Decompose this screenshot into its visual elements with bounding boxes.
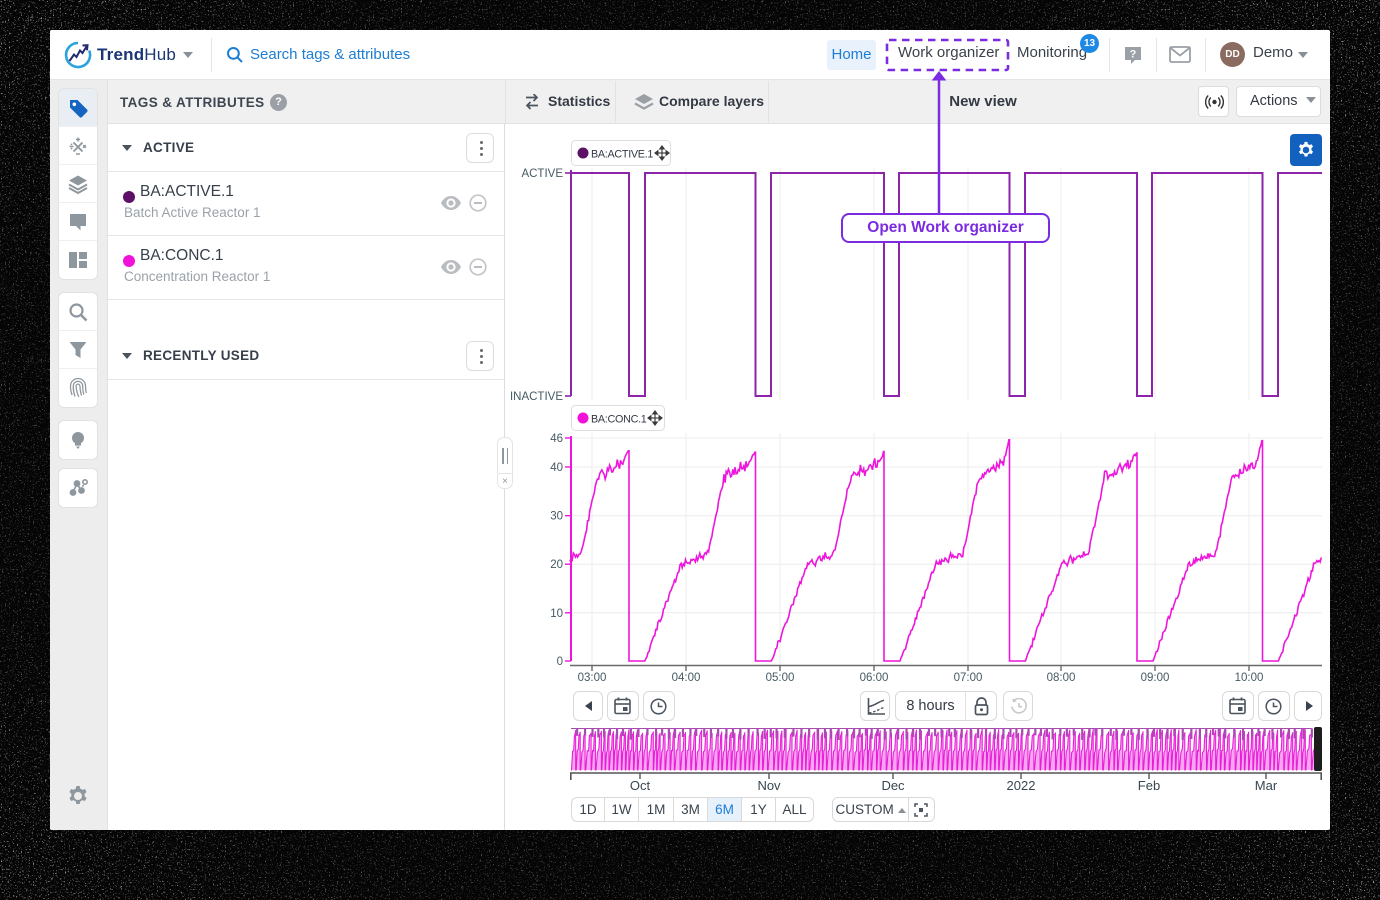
svg-text:06:00: 06:00 <box>860 672 889 684</box>
svg-text:ACTIVE: ACTIVE <box>521 168 563 180</box>
svg-text:10: 10 <box>550 608 563 620</box>
svg-text:05:00: 05:00 <box>766 672 795 684</box>
svg-text:Feb: Feb <box>1138 778 1160 793</box>
svg-text:09:00: 09:00 <box>1141 672 1170 684</box>
svg-text:BA:CONC.1: BA:CONC.1 <box>591 414 647 426</box>
svg-text:10:00: 10:00 <box>1235 672 1264 684</box>
svg-text:?: ? <box>1130 49 1137 61</box>
svg-text:0: 0 <box>557 656 563 668</box>
svg-text:30: 30 <box>550 511 563 523</box>
svg-text:04:00: 04:00 <box>672 672 701 684</box>
svg-text:40: 40 <box>550 462 563 474</box>
svg-text:Dec: Dec <box>881 778 905 793</box>
svg-text:2022: 2022 <box>1007 778 1036 793</box>
svg-text:Nov: Nov <box>757 778 781 793</box>
svg-text:46: 46 <box>550 433 563 445</box>
svg-text:07:00: 07:00 <box>954 672 983 684</box>
svg-text:Mar: Mar <box>1255 778 1278 793</box>
svg-text:20: 20 <box>550 559 563 571</box>
svg-text:INACTIVE: INACTIVE <box>510 391 563 403</box>
svg-text:BA:ACTIVE.1: BA:ACTIVE.1 <box>591 149 653 161</box>
svg-text:08:00: 08:00 <box>1047 672 1076 684</box>
svg-text:Oct: Oct <box>630 778 651 793</box>
svg-text:03:00: 03:00 <box>578 672 607 684</box>
